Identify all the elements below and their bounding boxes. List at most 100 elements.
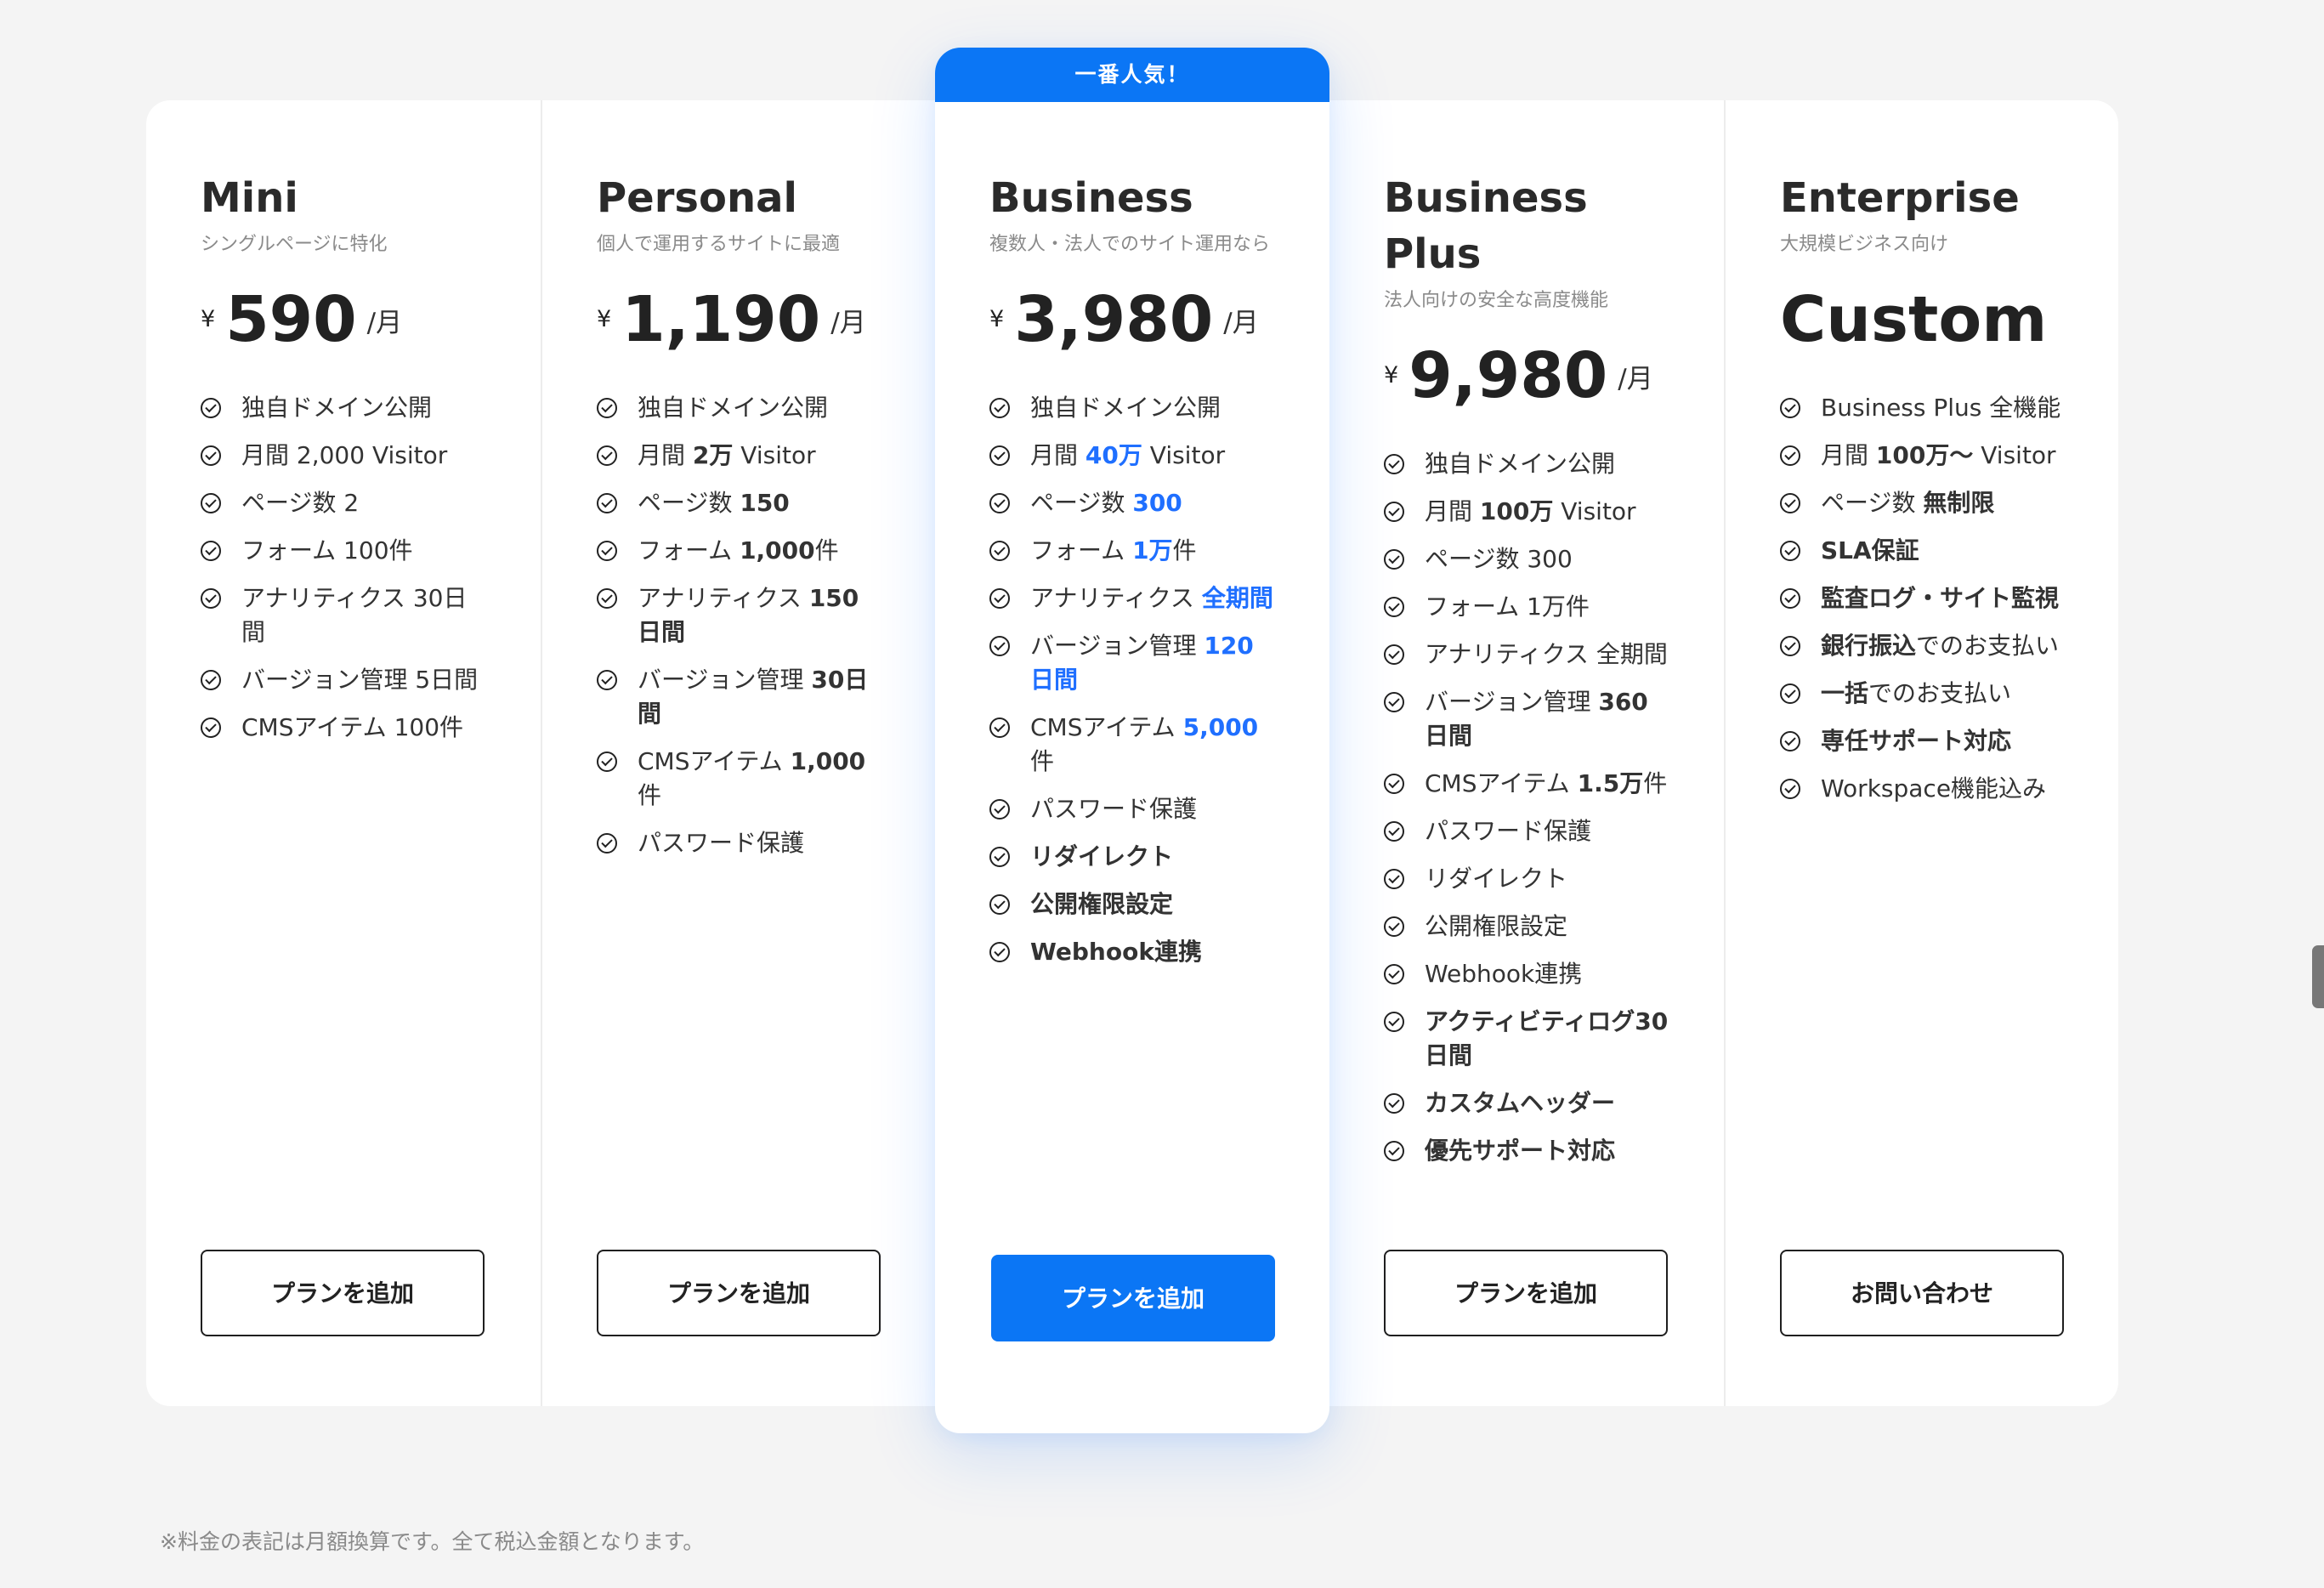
feature-text: アナリティクス 全期間 [1425, 638, 1668, 672]
add-plan-button-business-plus[interactable]: プランを追加 [1384, 1250, 1668, 1336]
feature-item: フォーム 1,000件 [597, 534, 881, 568]
pricing-section: Mini シングルページに特化 ¥ 590 /月 独自ドメイン公開 月間 2,00… [0, 0, 2324, 1588]
feature-text: パスワード保護 [638, 826, 804, 860]
plan-price: ¥ 3,980 /月 [989, 275, 1275, 364]
feature-item: バージョン管理 360日間 [1384, 685, 1669, 753]
feature-text-segment: Visitor [733, 441, 816, 469]
feature-text-segment: 40万 [1085, 441, 1142, 469]
feature-text: バージョン管理 120日間 [1030, 629, 1275, 697]
plan-card-enterprise: Enterprise 大規模ビジネス向け Custom Business Plu… [1724, 100, 2118, 1406]
feature-text: CMSアイテム 5,000 件 [1030, 711, 1275, 779]
check-circle-icon [1384, 1012, 1404, 1032]
check-circle-icon [1780, 493, 1800, 513]
check-circle-icon [1780, 779, 1800, 799]
currency-symbol: ¥ [201, 306, 216, 332]
add-plan-button-personal[interactable]: プランを追加 [597, 1250, 881, 1336]
check-circle-icon [1384, 502, 1404, 522]
feature-text-segment: 月間 [1030, 441, 1085, 469]
check-circle-icon [989, 942, 1010, 962]
check-circle-icon [201, 445, 221, 466]
feature-text-segment: 1,000 [790, 747, 866, 775]
feature-item: Webhook連携 [1384, 957, 1669, 991]
check-circle-icon [201, 588, 221, 609]
feature-text: 独自ドメイン公開 [241, 391, 432, 425]
feature-item: ページ数 300 [989, 486, 1275, 520]
feature-text-segment: SLA保証 [1821, 536, 1919, 564]
plan-subtitle: 個人で運用するサイトに最適 [597, 234, 841, 255]
check-circle-icon [989, 799, 1010, 820]
check-circle-icon [1384, 597, 1404, 617]
feature-text-segment: 独自ドメイン公開 [638, 394, 829, 422]
popular-ribbon: 一番人気！ [935, 48, 1329, 102]
check-circle-icon [597, 398, 617, 418]
feature-item: 独自ドメイン公開 [597, 391, 881, 425]
feature-text-segment: アナリティクス [638, 584, 809, 612]
feature-text-segment: リダイレクト [1030, 842, 1174, 871]
feature-item: カスタムヘッダー [1384, 1086, 1669, 1120]
add-plan-button-mini[interactable]: プランを追加 [201, 1250, 485, 1336]
feature-text-segment: CMSアイテム [638, 747, 791, 775]
contact-button-enterprise[interactable]: お問い合わせ [1780, 1250, 2064, 1336]
plan-price: ¥ 9,980 /月 [1384, 332, 1669, 420]
feature-text-segment: CMSアイテム 100件 [241, 713, 464, 741]
feature-item: ページ数 2 [201, 486, 486, 520]
feature-text: 月間 2,000 Visitor [241, 439, 447, 473]
feature-text: Workspace機能込み [1821, 772, 2046, 806]
feature-text-segment: フォーム [1030, 536, 1133, 564]
feature-item: 優先サポート対応 [1384, 1134, 1669, 1168]
check-circle-icon [989, 894, 1010, 915]
feature-text: カスタムヘッダー [1425, 1086, 1615, 1120]
check-circle-icon [597, 588, 617, 609]
feature-text-segment: バージョン管理 [638, 666, 812, 694]
check-circle-icon [1384, 964, 1404, 984]
check-circle-icon [1780, 398, 1800, 418]
feature-text-segment: ページ数 2 [241, 489, 360, 517]
feature-text-segment: 優先サポート対応 [1425, 1137, 1616, 1165]
feature-item: パスワード保護 [989, 792, 1275, 826]
price-amount: 1,190 [621, 283, 821, 356]
price-unit: /月 [366, 307, 403, 338]
feature-text: CMSアイテム 1.5万件 [1425, 767, 1667, 801]
feature-text-segment: アクティビティログ30日間 [1425, 1007, 1669, 1069]
feature-item: アクティビティログ30日間 [1384, 1005, 1669, 1073]
feature-text-segment: 5,000 [1182, 713, 1259, 741]
feature-item: ページ数 150 [597, 486, 881, 520]
plan-name: Enterprise [1780, 174, 2020, 222]
feature-item: アナリティクス 全期間 [989, 581, 1275, 615]
feature-text: 独自ドメイン公開 [1425, 447, 1615, 481]
price-unit: /月 [830, 307, 866, 338]
check-circle-icon [1780, 445, 1800, 466]
check-circle-icon [1384, 1141, 1404, 1161]
feature-text: リダイレクト [1030, 840, 1173, 874]
check-circle-icon [1384, 774, 1404, 794]
feature-item: 公開権限設定 [1384, 910, 1669, 944]
add-plan-button-business[interactable]: プランを追加 [991, 1255, 1275, 1341]
check-circle-icon [597, 493, 617, 513]
currency-symbol: ¥ [597, 306, 612, 332]
check-circle-icon [201, 670, 221, 690]
feature-text-segment: 1.5万 [1577, 769, 1644, 797]
scrollbar-thumb[interactable] [2312, 945, 2324, 1008]
feature-text-segment: パスワード保護 [1030, 795, 1198, 823]
check-circle-icon [1384, 821, 1404, 842]
feature-item: Business Plus 全機能 [1780, 391, 2064, 425]
feature-item: 独自ドメイン公開 [989, 391, 1275, 425]
feature-text-segment: アナリティクス 全期間 [1425, 640, 1668, 668]
check-circle-icon [1384, 869, 1404, 889]
feature-item: 月間 100万 Visitor [1384, 495, 1669, 529]
plan-name: Personal [597, 174, 797, 222]
price-amount: 9,980 [1409, 339, 1608, 412]
plan-content-business: Business 複数人・法人でのサイト運用なら ¥ 3,980 /月 独自ドメ… [989, 170, 1275, 983]
plan-subtitle: 大規模ビジネス向け [1780, 234, 1949, 255]
feature-list: 独自ドメイン公開 月間 40万 Visitor ページ数 300 フォーム 1万件 アナ… [989, 391, 1275, 969]
check-circle-icon [989, 493, 1010, 513]
feature-text-segment: カスタムヘッダー [1425, 1089, 1616, 1117]
plan-price: ¥ 1,190 /月 [597, 275, 881, 364]
feature-item: バージョン管理 5日間 [201, 663, 486, 697]
feature-item: パスワード保護 [597, 826, 881, 860]
check-circle-icon [1780, 541, 1800, 561]
check-circle-icon [989, 445, 1010, 466]
feature-text-segment: アナリティクス 30日間 [241, 584, 468, 646]
feature-text-segment: Business Plus 全機能 [1821, 394, 2061, 422]
check-circle-icon [201, 493, 221, 513]
